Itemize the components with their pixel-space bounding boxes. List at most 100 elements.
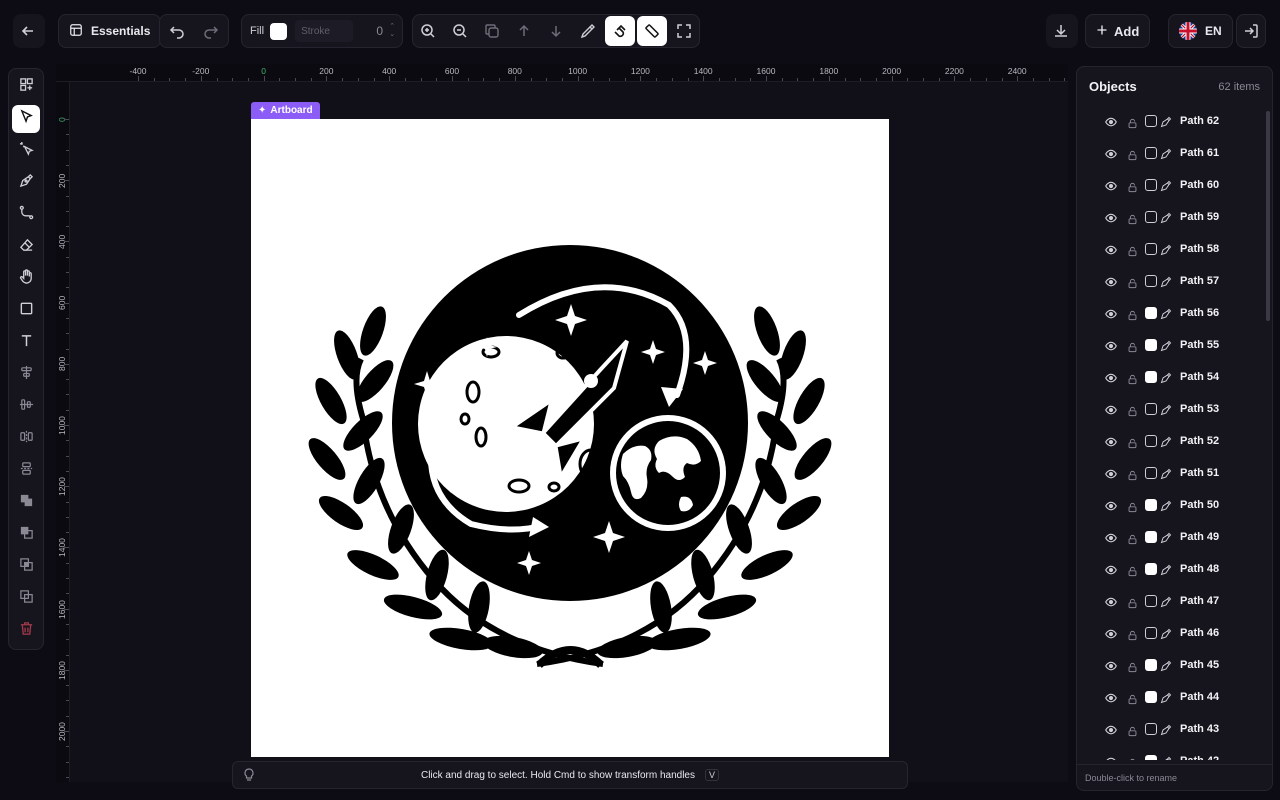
eye-icon[interactable] <box>1105 659 1117 671</box>
fill-swatch[interactable] <box>1145 563 1157 575</box>
fill-swatch[interactable] <box>1145 467 1157 479</box>
eye-icon[interactable] <box>1105 755 1117 760</box>
object-row[interactable]: Path 46 <box>1077 617 1265 649</box>
eye-icon[interactable] <box>1105 627 1117 639</box>
eye-icon[interactable] <box>1105 147 1117 159</box>
lock-icon[interactable] <box>1127 692 1138 704</box>
select-tool[interactable] <box>12 105 40 133</box>
lock-icon[interactable] <box>1127 628 1138 640</box>
ruler-button[interactable] <box>637 16 667 46</box>
object-row[interactable]: Path 47 <box>1077 585 1265 617</box>
object-row[interactable]: Path 48 <box>1077 553 1265 585</box>
eye-icon[interactable] <box>1105 275 1117 287</box>
stroke-width-input[interactable]: 0 ⌃ ⌄ <box>357 20 397 42</box>
exit-button[interactable] <box>1236 14 1266 48</box>
magnet-snap-button[interactable] <box>605 16 635 46</box>
language-selector[interactable]: EN <box>1168 14 1233 48</box>
eye-icon[interactable] <box>1105 307 1117 319</box>
eye-icon[interactable] <box>1105 211 1117 223</box>
object-row[interactable]: Path 49 <box>1077 521 1265 553</box>
lock-icon[interactable] <box>1127 340 1138 352</box>
object-row[interactable]: Path 59 <box>1077 201 1265 233</box>
redo-button[interactable] <box>196 16 226 46</box>
fullscreen-button[interactable] <box>669 16 699 46</box>
eye-icon[interactable] <box>1105 435 1117 447</box>
eye-icon[interactable] <box>1105 371 1117 383</box>
eye-icon[interactable] <box>1105 531 1117 543</box>
object-row[interactable]: Path 43 <box>1077 713 1265 745</box>
object-row[interactable]: Path 58 <box>1077 233 1265 265</box>
lock-icon[interactable] <box>1127 308 1138 320</box>
lock-icon[interactable] <box>1127 404 1138 416</box>
align-vertical-tool[interactable] <box>12 393 40 421</box>
fill-swatch[interactable] <box>1145 179 1157 191</box>
object-row[interactable]: Path 54 <box>1077 361 1265 393</box>
object-row[interactable]: Path 56 <box>1077 297 1265 329</box>
eye-icon[interactable] <box>1105 595 1117 607</box>
lock-icon[interactable] <box>1127 212 1138 224</box>
path-tool[interactable] <box>12 201 40 229</box>
eye-icon[interactable] <box>1105 563 1117 575</box>
eye-icon[interactable] <box>1105 723 1117 735</box>
lock-icon[interactable] <box>1127 660 1138 672</box>
fill-swatch[interactable] <box>1145 435 1157 447</box>
fill-swatch[interactable] <box>1145 371 1157 383</box>
stepper-arrows-icon[interactable]: ⌃ ⌄ <box>389 23 395 39</box>
fill-swatch[interactable] <box>1145 499 1157 511</box>
hand-tool[interactable] <box>12 265 40 293</box>
direct-select-tool[interactable] <box>12 137 40 165</box>
lock-icon[interactable] <box>1127 532 1138 544</box>
artboard[interactable] <box>251 119 889 757</box>
exclude-tool[interactable] <box>12 585 40 613</box>
fill-swatch[interactable] <box>1145 723 1157 735</box>
fill-swatch[interactable] <box>1145 627 1157 639</box>
zoom-in-button[interactable] <box>413 16 443 46</box>
download-button[interactable] <box>1046 14 1078 48</box>
object-row[interactable]: Path 62 <box>1077 105 1265 137</box>
fill-swatch[interactable] <box>1145 211 1157 223</box>
components-tool[interactable] <box>12 73 40 101</box>
lock-icon[interactable] <box>1127 372 1138 384</box>
object-row[interactable]: Path 52 <box>1077 425 1265 457</box>
fill-swatch[interactable] <box>1145 147 1157 159</box>
fill-swatch[interactable] <box>1145 755 1157 760</box>
eraser-tool[interactable] <box>12 233 40 261</box>
add-button[interactable]: Add <box>1085 14 1151 48</box>
lock-icon[interactable] <box>1127 468 1138 480</box>
eye-icon[interactable] <box>1105 115 1117 127</box>
eye-icon[interactable] <box>1105 691 1117 703</box>
eye-icon[interactable] <box>1105 243 1117 255</box>
object-row[interactable]: Path 60 <box>1077 169 1265 201</box>
objects-list[interactable]: Path 62 Path 61 Path 60 Path 59 Path 58 Path … <box>1077 105 1265 760</box>
fill-swatch[interactable] <box>1145 531 1157 543</box>
fill-swatch[interactable] <box>1145 243 1157 255</box>
object-row[interactable]: Path 51 <box>1077 457 1265 489</box>
eye-icon[interactable] <box>1105 403 1117 415</box>
lock-icon[interactable] <box>1127 500 1138 512</box>
rectangle-tool[interactable] <box>12 297 40 325</box>
zoom-out-button[interactable] <box>445 16 475 46</box>
send-backward-button[interactable] <box>541 16 571 46</box>
lock-icon[interactable] <box>1127 116 1138 128</box>
lock-icon[interactable] <box>1127 276 1138 288</box>
lock-icon[interactable] <box>1127 564 1138 576</box>
artboard-label[interactable]: ✦ Artboard <box>251 102 320 119</box>
fill-swatch[interactable] <box>1145 691 1157 703</box>
lock-icon[interactable] <box>1127 756 1138 760</box>
fill-swatch[interactable] <box>1145 403 1157 415</box>
lock-icon[interactable] <box>1127 596 1138 608</box>
fill-color-swatch[interactable] <box>270 22 288 40</box>
eye-icon[interactable] <box>1105 339 1117 351</box>
lock-icon[interactable] <box>1127 724 1138 736</box>
object-row[interactable]: Path 55 <box>1077 329 1265 361</box>
fill-swatch[interactable] <box>1145 339 1157 351</box>
text-tool[interactable] <box>12 329 40 357</box>
lock-icon[interactable] <box>1127 148 1138 160</box>
intersect-tool[interactable] <box>12 553 40 581</box>
flip-vertical-tool[interactable] <box>12 457 40 485</box>
eye-icon[interactable] <box>1105 467 1117 479</box>
align-horizontal-tool[interactable] <box>12 361 40 389</box>
lock-icon[interactable] <box>1127 180 1138 192</box>
lock-icon[interactable] <box>1127 244 1138 256</box>
subtract-tool[interactable] <box>12 521 40 549</box>
